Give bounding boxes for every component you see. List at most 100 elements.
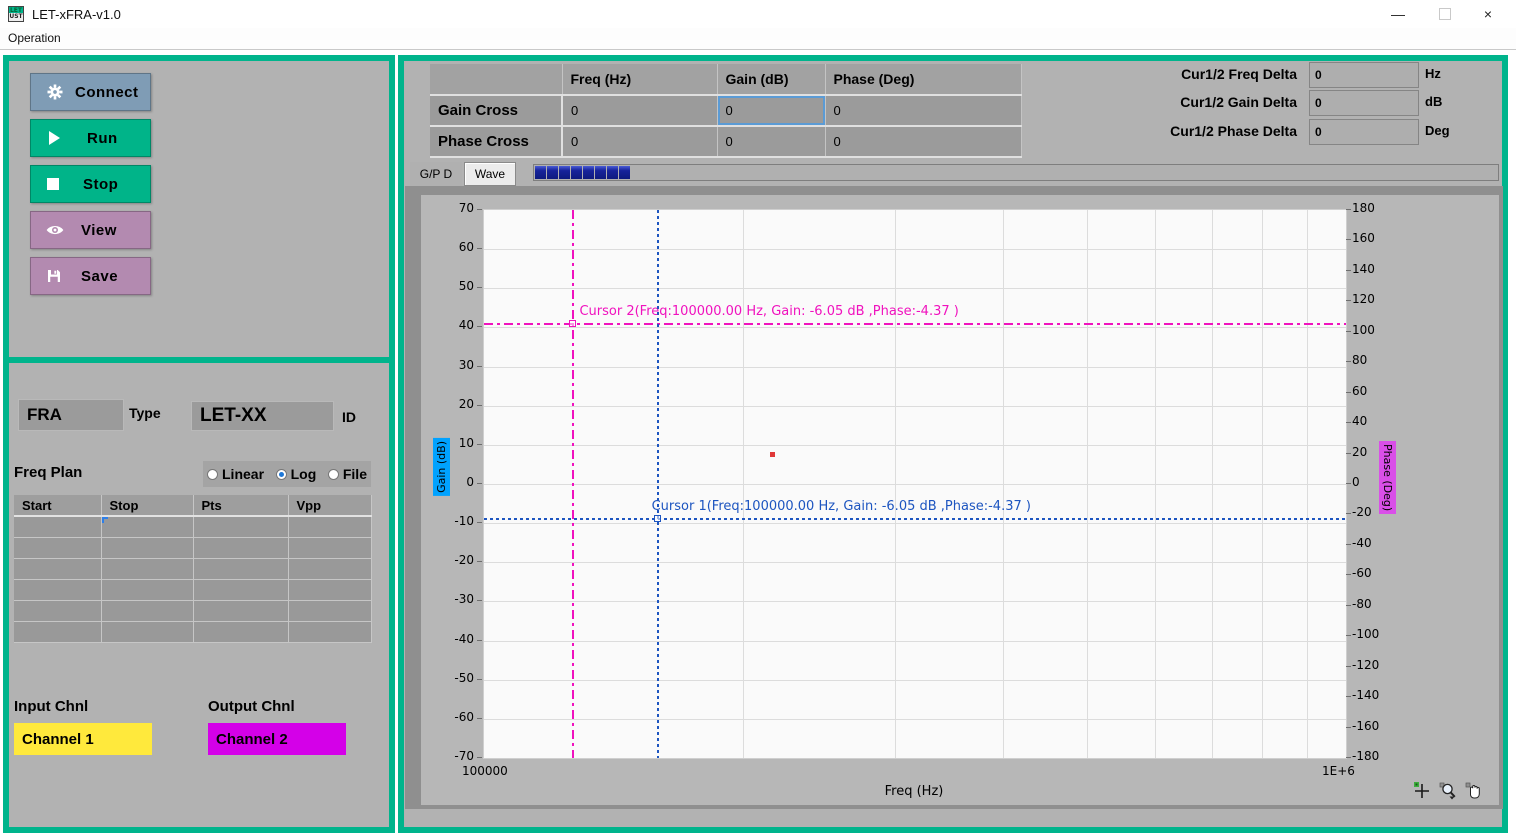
gain-axis-tick-mark <box>477 444 482 445</box>
phase-axis-tick-mark <box>1346 666 1351 667</box>
output-channel-value[interactable]: Channel 2 <box>208 723 346 755</box>
freq-plan-cell[interactable] <box>193 622 288 643</box>
freq-plan-cell[interactable] <box>101 538 193 559</box>
gain-axis-tick-label: 10 <box>428 436 474 450</box>
zoom-tool-icon[interactable] <box>1439 781 1457 801</box>
radio-file[interactable]: File <box>328 466 367 482</box>
freq-plan-table[interactable]: Start Stop Pts Vpp <box>14 495 372 643</box>
progress-segment <box>571 166 582 179</box>
freq-plan-mode-group: Linear Log File <box>203 461 371 487</box>
gain-delta-label: Cur1/2 Gain Delta <box>1097 94 1297 110</box>
gain-cross-phase-cell[interactable]: 0 <box>825 95 1021 126</box>
menu-item-operation[interactable]: Operation <box>8 31 61 45</box>
cursor-1-horizontal-line[interactable] <box>484 518 1346 520</box>
freq-plan-cell[interactable] <box>288 516 371 538</box>
close-button[interactable]: × <box>1468 0 1508 28</box>
maximize-button[interactable] <box>1425 0 1465 28</box>
radio-linear[interactable]: Linear <box>207 466 264 482</box>
freq-plan-cell[interactable] <box>288 601 371 622</box>
cursor-2-vertical-line[interactable] <box>572 210 574 758</box>
phase-cross-gain-cell[interactable]: 0 <box>717 126 825 157</box>
freq-plan-cell[interactable] <box>101 516 193 538</box>
cross-col-empty <box>430 64 562 95</box>
freq-plan-cell[interactable] <box>101 622 193 643</box>
save-button[interactable]: Save <box>30 257 151 295</box>
freq-plan-cell[interactable] <box>14 622 101 643</box>
phase-axis-tick-label: 140 <box>1352 262 1392 276</box>
freq-plan-cell[interactable] <box>288 622 371 643</box>
tab-gpd[interactable]: G/P D <box>410 162 462 186</box>
progress-segment <box>619 166 630 179</box>
menu-bar <box>0 28 1516 50</box>
phase-cross-phase-cell[interactable]: 0 <box>825 126 1021 157</box>
freq-plan-cell[interactable] <box>101 580 193 601</box>
cursor-2-horizontal-line[interactable] <box>484 323 1346 325</box>
gridline-vertical <box>1212 210 1213 758</box>
application-window: LETUST LET-xFRA-v1.0 — × Operation Conne… <box>0 0 1516 835</box>
pan-tool-icon[interactable] <box>1465 781 1483 801</box>
cursor-1-marker[interactable] <box>654 515 661 522</box>
freq-plan-cell[interactable] <box>14 516 101 538</box>
cursor-1-vertical-line[interactable] <box>657 210 659 758</box>
freq-plan-cell[interactable] <box>14 580 101 601</box>
phase-axis-tick-label: 40 <box>1352 414 1392 428</box>
input-channel-value[interactable]: Channel 1 <box>14 723 152 755</box>
progress-segment <box>595 166 606 179</box>
bode-plot-area[interactable]: Cursor 2(Freq:100000.00 Hz, Gain: -6.05 … <box>483 209 1347 759</box>
phase-delta-label: Cur1/2 Phase Delta <box>1097 123 1297 139</box>
tab-wave[interactable]: Wave <box>464 162 516 186</box>
freq-plan-cell[interactable] <box>288 580 371 601</box>
stop-icon <box>45 176 61 192</box>
freq-plan-cell[interactable] <box>193 559 288 580</box>
gain-delta-field[interactable]: 0 <box>1309 90 1419 116</box>
minimize-button[interactable]: — <box>1378 0 1418 28</box>
gridline-vertical <box>1307 210 1308 758</box>
freq-plan-cell[interactable] <box>193 538 288 559</box>
device-id-field[interactable]: LET-XX <box>191 401 334 431</box>
phase-cross-freq-cell[interactable]: 0 <box>562 126 717 157</box>
freq-plan-cell[interactable] <box>193 516 288 538</box>
freq-plan-cell[interactable] <box>288 538 371 559</box>
freq-plan-row <box>14 516 371 538</box>
gain-axis-tick-mark <box>477 757 482 758</box>
crosshair-tool-icon[interactable] <box>1413 781 1431 801</box>
gridline-horizontal <box>484 327 1346 328</box>
freq-plan-cell[interactable] <box>101 601 193 622</box>
freq-delta-label: Cur1/2 Freq Delta <box>1097 66 1297 82</box>
phase-delta-field[interactable]: 0 <box>1309 119 1419 145</box>
gain-axis-tick-label: 60 <box>428 240 474 254</box>
freq-plan-cell[interactable] <box>14 538 101 559</box>
phase-axis-tick-mark <box>1346 300 1351 301</box>
phase-delta-unit: Deg <box>1425 123 1450 138</box>
device-type-field[interactable]: FRA <box>18 399 124 431</box>
freq-plan-row <box>14 622 371 643</box>
freq-delta-unit: Hz <box>1425 66 1441 81</box>
freq-plan-cell[interactable] <box>193 580 288 601</box>
gain-cross-freq-cell[interactable]: 0 <box>562 95 717 126</box>
save-icon <box>45 267 63 285</box>
view-button[interactable]: View <box>30 211 151 249</box>
gain-axis-tick-mark <box>477 640 482 641</box>
gridline-vertical <box>1087 210 1088 758</box>
run-button[interactable]: Run <box>30 119 151 157</box>
freq-plan-cell[interactable] <box>193 601 288 622</box>
freq-plan-cell[interactable] <box>14 559 101 580</box>
freq-plan-cell[interactable] <box>288 559 371 580</box>
freq-plan-cell[interactable] <box>14 601 101 622</box>
col-header-vpp: Vpp <box>288 495 371 516</box>
phase-axis-tick-mark <box>1346 453 1351 454</box>
freq-plan-cell[interactable] <box>101 559 193 580</box>
gridline-horizontal <box>484 719 1346 720</box>
freq-delta-field[interactable]: 0 <box>1309 62 1419 88</box>
radio-log[interactable]: Log <box>276 466 317 482</box>
phase-axis-tick-mark <box>1346 757 1351 758</box>
gain-axis-tick-label: -20 <box>428 553 474 567</box>
phase-axis-tick-label: 100 <box>1352 323 1392 337</box>
stop-button[interactable]: Stop <box>30 165 151 203</box>
cross-col-freq: Freq (Hz) <box>562 64 717 95</box>
cursor-2-marker[interactable] <box>569 320 576 327</box>
progress-segment <box>535 166 546 179</box>
phase-cross-row: Phase Cross 0 0 0 <box>430 126 1021 157</box>
connect-button[interactable]: Connect <box>30 73 151 111</box>
gain-cross-gain-cell[interactable]: 0 <box>717 95 825 126</box>
